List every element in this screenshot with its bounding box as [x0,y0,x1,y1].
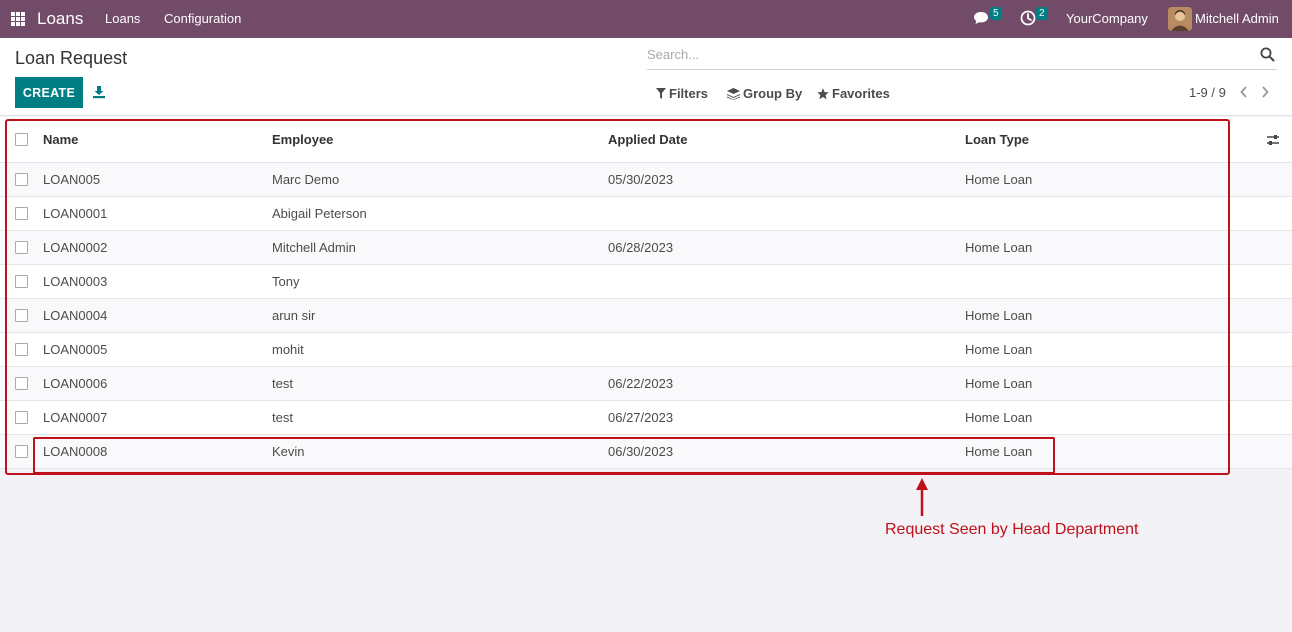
cell-loan-type: Home Loan [965,444,1033,459]
annotation-text: Request Seen by Head Department [885,521,1139,538]
row-checkbox[interactable] [15,411,28,424]
cell-employee: test [272,376,293,391]
cell-loan-type: Home Loan [965,308,1033,323]
filter-icon [656,88,666,99]
column-header-applied-date[interactable]: Applied Date [608,117,687,162]
user-menu[interactable]: Mitchell Admin [1195,11,1279,26]
pager-next-icon[interactable] [1260,85,1270,99]
app-name[interactable]: Loans [37,9,83,29]
layers-icon [727,87,740,100]
cell-employee: Abigail Peterson [272,206,367,221]
cell-loan-type: Home Loan [965,240,1033,255]
cell-name: LOAN0005 [43,342,108,357]
cell-applied-date: 05/30/2023 [608,172,674,187]
row-checkbox[interactable] [15,377,28,390]
table-row[interactable]: LOAN0002 Mitchell Admin 06/28/2023 Home Loa… [0,231,1292,265]
column-header-employee[interactable]: Employee [272,117,333,162]
table-row[interactable]: LOAN0005 mohit Home Loan [0,333,1292,367]
page-title: Loan Request [15,48,128,68]
activities-clock-icon[interactable] [1020,10,1036,26]
apps-menu-icon[interactable] [11,12,25,26]
cell-employee: Kevin [272,444,305,459]
pager-value[interactable]: 1-9 / 9 [1189,85,1226,100]
group-by-button[interactable]: Group By [727,86,802,101]
cell-applied-date: 06/28/2023 [608,240,674,255]
select-all-checkbox[interactable] [15,133,28,146]
cell-name: LOAN0007 [43,410,108,425]
group-by-label: Group By [743,86,803,101]
table-row[interactable]: LOAN0006 test 06/22/2023 Home Loan [0,367,1292,401]
cell-name: LOAN0008 [43,444,108,459]
cell-loan-type: Home Loan [965,172,1033,187]
pager-previous-icon[interactable] [1239,85,1249,99]
cell-name: LOAN005 [43,172,101,187]
table-row[interactable]: LOAN0007 test 06/27/2023 Home Loan [0,401,1292,435]
filters-button[interactable]: Filters [656,86,708,101]
table-row[interactable]: LOAN0004 arun sir Home Loan [0,299,1292,333]
search-icon[interactable] [1260,47,1275,62]
row-checkbox[interactable] [15,309,28,322]
row-checkbox[interactable] [15,343,28,356]
column-header-loan-type[interactable]: Loan Type [965,117,1029,162]
optional-columns-icon[interactable] [1266,133,1280,147]
row-checkbox[interactable] [15,275,28,288]
table-row[interactable]: LOAN0003 Tony [0,265,1292,299]
cell-employee: Mitchell Admin [272,240,356,255]
create-button[interactable]: CREATE [15,77,83,108]
row-checkbox[interactable] [15,445,28,458]
cell-applied-date: 06/27/2023 [608,410,674,425]
table-header: Name Employee Applied Date Loan Type [0,117,1292,163]
cell-employee: Tony [272,274,300,289]
user-avatar[interactable] [1168,7,1192,31]
favorites-button[interactable]: Favorites [817,86,890,101]
control-panel: Loan Request CREATE Filters Group By Fav… [0,38,1292,116]
row-checkbox[interactable] [15,241,28,254]
search-input[interactable] [647,47,1247,62]
cell-name: LOAN0001 [43,206,108,221]
cell-employee: test [272,410,293,425]
cell-name: LOAN0003 [43,274,108,289]
download-icon[interactable] [92,85,106,99]
annotation-arrow-icon [916,478,928,516]
cell-employee: mohit [272,342,304,357]
company-switcher[interactable]: YourCompany [1066,11,1148,26]
table-body: LOAN005 Marc Demo 05/30/2023 Home Loan LOAN0… [0,163,1292,469]
table-row[interactable]: LOAN0001 Abigail Peterson [0,197,1292,231]
messages-count-badge: 5 [990,7,1002,20]
row-checkbox[interactable] [15,207,28,220]
star-icon [817,87,829,99]
loan-request-table: Name Employee Applied Date Loan Type LOA… [0,117,1292,469]
table-row[interactable]: LOAN0008 Kevin 06/30/2023 Home Loan [0,435,1292,469]
search-bar [647,42,1277,70]
cell-employee: arun sir [272,308,316,323]
menu-configuration[interactable]: Configuration [164,11,241,26]
cell-applied-date: 06/22/2023 [608,376,674,391]
favorites-label: Favorites [832,86,890,101]
top-navbar: Loans Loans Configuration 5 2 YourCompan… [0,0,1292,38]
cell-name: LOAN0006 [43,376,108,391]
column-header-name[interactable]: Name [43,117,78,162]
cell-loan-type: Home Loan [965,410,1033,425]
cell-name: LOAN0004 [43,308,108,323]
cell-employee: Marc Demo [272,172,340,187]
menu-loans[interactable]: Loans [105,11,140,26]
cell-loan-type: Home Loan [965,342,1033,357]
cell-name: LOAN0002 [43,240,108,255]
messages-icon[interactable] [973,11,989,25]
cell-loan-type: Home Loan [965,376,1033,391]
filters-label: Filters [669,86,709,101]
table-row[interactable]: LOAN005 Marc Demo 05/30/2023 Home Loan [0,163,1292,197]
cell-applied-date: 06/30/2023 [608,444,674,459]
activities-count-badge: 2 [1036,7,1048,20]
row-checkbox[interactable] [15,173,28,186]
